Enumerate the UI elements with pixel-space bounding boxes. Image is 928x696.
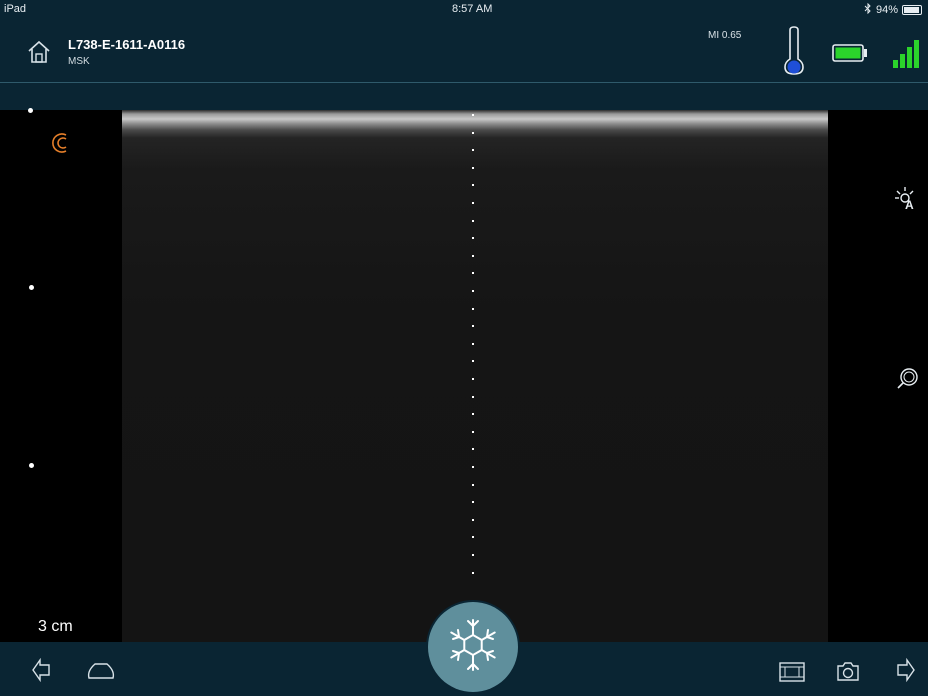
- app-header: L738-E-1611-A0116 MSK MI 0.65: [0, 20, 928, 83]
- carrier-label: iPad: [4, 3, 27, 15]
- center-line-dot: [472, 184, 474, 186]
- center-line-dot: [472, 360, 474, 362]
- center-line-dot: [472, 466, 474, 468]
- center-line-dot: [472, 167, 474, 169]
- mechanical-index: MI 0.65: [708, 30, 742, 41]
- probe-id: L738-E-1611-A0116: [68, 37, 186, 52]
- center-line-dot: [472, 378, 474, 380]
- status-time: 8:57 AM: [452, 3, 493, 15]
- preset-label: MSK: [68, 56, 90, 67]
- svg-text:A: A: [905, 198, 914, 212]
- depth-label: 3 cm: [38, 618, 73, 635]
- center-line-dot: [472, 255, 474, 257]
- center-line-dot: [472, 308, 474, 310]
- probe-orientation-icon: [52, 132, 72, 159]
- bluetooth-icon: [864, 2, 872, 17]
- center-line-dot: [472, 484, 474, 486]
- center-line-dot: [472, 501, 474, 503]
- center-line-dot: [472, 343, 474, 345]
- center-line-dot: [472, 132, 474, 134]
- center-line-dot: [472, 536, 474, 538]
- ultrasound-scan[interactable]: [122, 110, 828, 642]
- thermometer-icon: [782, 26, 806, 81]
- probe-footprint-icon[interactable]: [86, 662, 116, 685]
- center-line-dot: [472, 448, 474, 450]
- signal-bars-icon: [892, 38, 922, 75]
- center-line-dot: [472, 519, 474, 521]
- center-line-dot: [472, 220, 474, 222]
- center-line-dot: [472, 202, 474, 204]
- center-line-dot: [472, 572, 474, 574]
- sub-bar: [0, 83, 928, 110]
- center-line-dot: [472, 272, 474, 274]
- snowflake-icon: [445, 617, 501, 678]
- back-arrow-icon[interactable]: [31, 657, 51, 687]
- zoom-icon[interactable]: [896, 366, 920, 395]
- center-line-dot: [472, 237, 474, 239]
- battery-icon: [832, 44, 868, 67]
- center-line: [472, 110, 475, 590]
- center-line-dot: [472, 325, 474, 327]
- forward-arrow-icon[interactable]: [896, 657, 916, 687]
- film-strip-icon[interactable]: [779, 662, 805, 687]
- center-line-dot: [472, 413, 474, 415]
- battery-percent: 94%: [875, 4, 898, 16]
- center-line-dot: [472, 290, 474, 292]
- depth-marker: [29, 285, 34, 290]
- auto-gain-icon[interactable]: A: [894, 186, 920, 217]
- center-line-dot: [472, 149, 474, 151]
- status-bar: iPad 8:57 AM 94%: [0, 0, 928, 20]
- status-battery-icon: [902, 5, 922, 15]
- ultrasound-image-area[interactable]: A 3 cm: [0, 108, 928, 642]
- center-line-dot: [472, 114, 474, 116]
- center-line-dot: [472, 431, 474, 433]
- depth-marker: [28, 108, 33, 113]
- home-icon[interactable]: [26, 39, 52, 65]
- freeze-button[interactable]: [428, 602, 518, 692]
- center-line-dot: [472, 554, 474, 556]
- depth-marker: [29, 463, 34, 468]
- center-line-dot: [472, 396, 474, 398]
- status-battery: 94%: [864, 2, 922, 17]
- camera-icon[interactable]: [836, 660, 860, 687]
